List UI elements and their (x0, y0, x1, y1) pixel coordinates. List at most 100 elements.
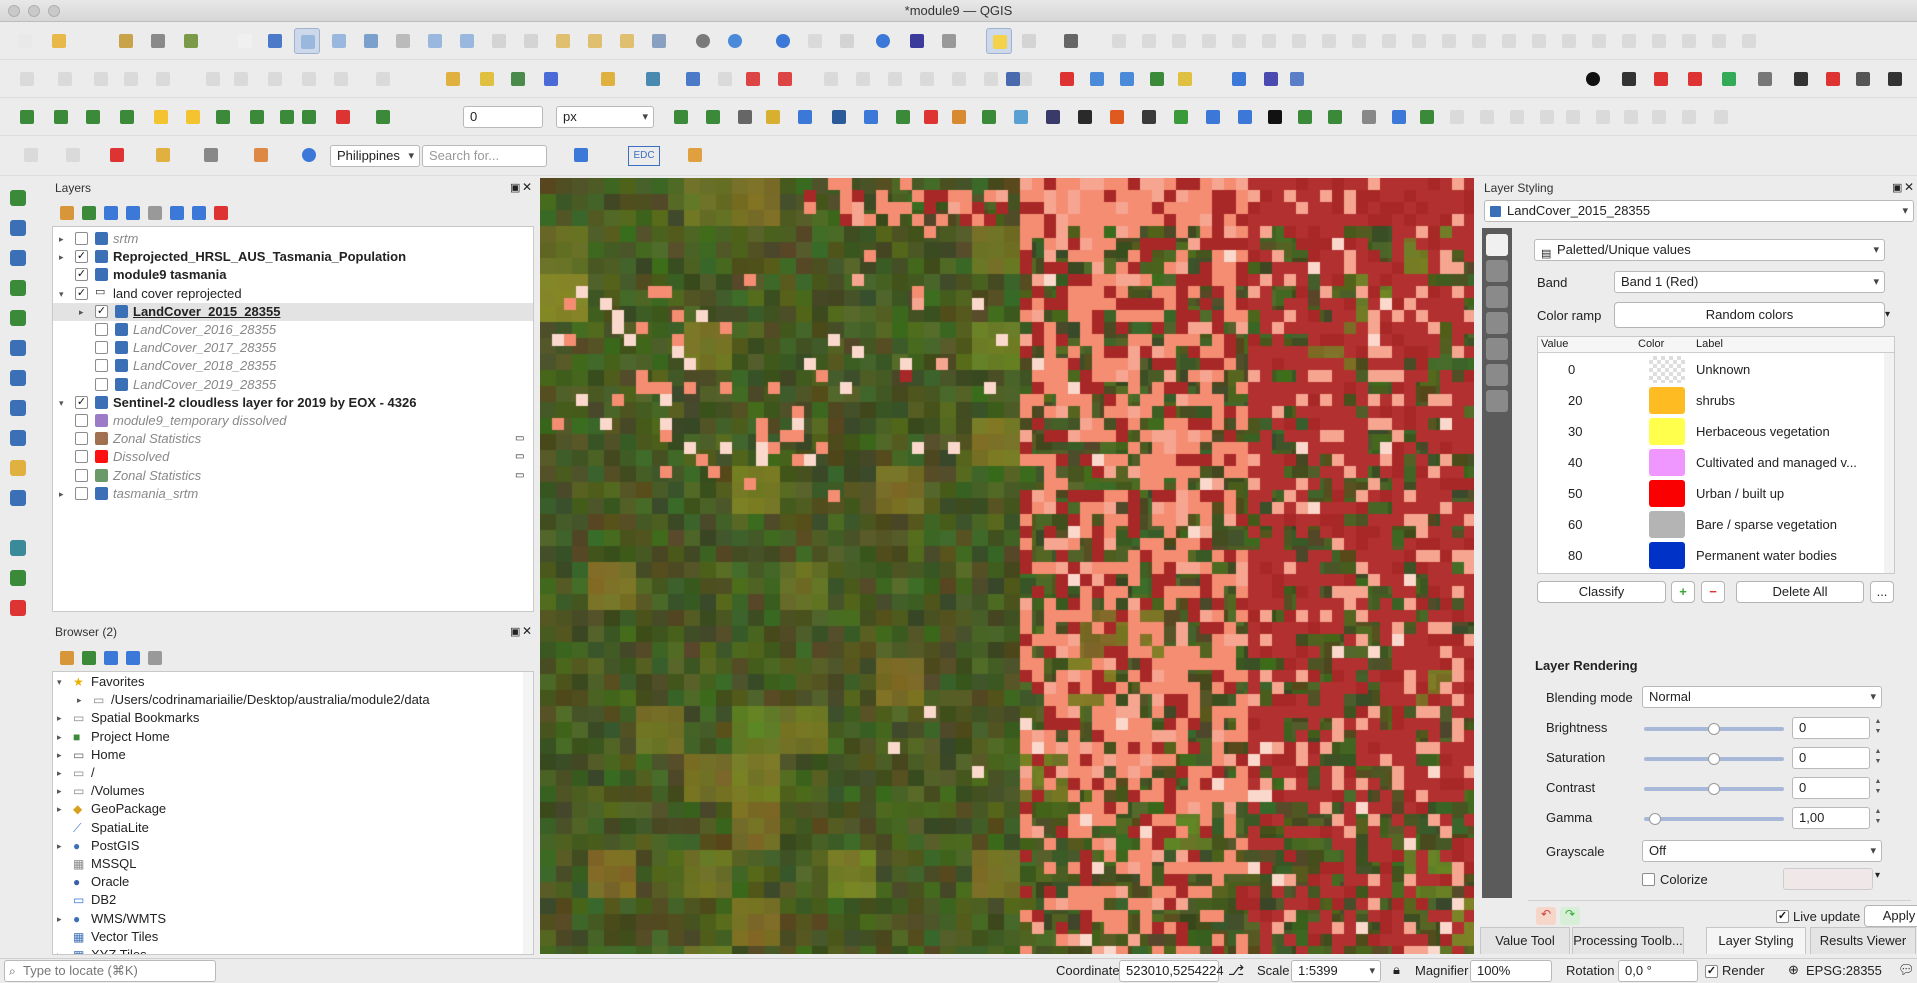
browser-item[interactable]: ⟋ SpatiaLite (53, 819, 523, 837)
remove-layer-icon[interactable] (208, 200, 228, 220)
add-point-icon[interactable] (4, 594, 32, 622)
layer-visibility-checkbox[interactable] (95, 359, 108, 373)
edit-tool-29-icon[interactable] (1000, 66, 1026, 92)
settings-icon[interactable] (870, 28, 896, 54)
plugin-v-icon[interactable] (1736, 28, 1762, 54)
magnifier-field[interactable]: 100% (1470, 960, 1552, 982)
geocoder-search-icon[interactable] (296, 142, 322, 168)
layer-row[interactable]: LandCover_2019_28355 (53, 376, 533, 394)
class-color-swatch[interactable] (1649, 542, 1685, 569)
select-features-icon[interactable] (834, 28, 860, 54)
class-row[interactable]: 80 Permanent water bodies (1538, 540, 1884, 571)
edit-tool-12-icon[interactable] (440, 66, 466, 92)
data-tool-8-icon[interactable] (244, 104, 270, 130)
processing-plugin-9-icon[interactable] (918, 104, 944, 130)
class-color-swatch[interactable] (1649, 418, 1685, 445)
browser-item[interactable]: ▸ ▭ / (53, 764, 523, 782)
edit-tool-30-icon[interactable] (1054, 66, 1080, 92)
messages-icon[interactable]: 💬︎ (1898, 962, 1915, 978)
layer-visibility-checkbox[interactable]: ✓ (95, 304, 108, 318)
properties-icon[interactable] (142, 645, 162, 665)
plugin-q-icon[interactable] (1586, 28, 1612, 54)
zoom-native-icon[interactable] (454, 28, 480, 54)
close-window-icon[interactable] (8, 5, 20, 17)
edit-tool-9-icon[interactable] (296, 66, 322, 92)
rotation-input[interactable]: 0 (463, 106, 543, 128)
save-project-icon[interactable] (113, 28, 139, 54)
show-bookmarks-icon[interactable] (646, 28, 672, 54)
coordinate-toggle-icon[interactable]: ⎇ (1228, 962, 1244, 979)
spin-arrows-icon[interactable]: ▲ ▼ (1872, 807, 1884, 829)
add-raster-layer-icon[interactable] (4, 214, 32, 242)
layer-visibility-checkbox[interactable] (75, 432, 88, 446)
browser-item[interactable]: ▸ ▦ XYZ Tiles (53, 946, 523, 954)
more-options-button[interactable]: ... (1870, 581, 1894, 603)
layer-row[interactable]: Zonal Statistics ▭ (53, 430, 533, 448)
filter-legend-icon[interactable] (120, 200, 140, 220)
refresh-sources-icon[interactable] (4, 564, 32, 592)
deselect-icon[interactable] (60, 142, 86, 168)
edit-tool-10-icon[interactable] (328, 66, 354, 92)
slider-handle[interactable] (1708, 783, 1720, 795)
expand-arrow-icon[interactable]: ▸ (79, 303, 84, 321)
expand-arrow-icon[interactable]: ▾ (59, 394, 64, 412)
classify-button[interactable]: Classify (1537, 581, 1666, 603)
open-styling-icon[interactable] (54, 200, 74, 220)
class-color-swatch[interactable] (1649, 511, 1685, 538)
data-tool-5-icon[interactable] (148, 104, 174, 130)
zoom-full-icon[interactable] (358, 28, 384, 54)
processing-plugin-32-icon[interactable] (1618, 104, 1644, 130)
refresh-browser-icon[interactable] (76, 645, 96, 665)
processing-plugin-14-icon[interactable] (1072, 104, 1098, 130)
layer-visibility-checkbox[interactable] (95, 323, 108, 336)
edit-tool-4-icon[interactable] (118, 66, 144, 92)
plugin-i-icon[interactable] (1346, 28, 1372, 54)
processing-plugin-1-icon[interactable] (668, 104, 694, 130)
edit-tool-20-icon[interactable] (740, 66, 766, 92)
edit-tool-19-icon[interactable] (712, 66, 738, 92)
processing-plugin-28-icon[interactable] (1504, 104, 1530, 130)
bookmark-icon[interactable] (614, 28, 640, 54)
browser-item[interactable]: ▦ MSSQL (53, 855, 523, 873)
grayscale-select[interactable]: Off (1642, 840, 1882, 862)
processing-plugin-35-icon[interactable] (1708, 104, 1734, 130)
processing-plugin-21-icon[interactable] (1292, 104, 1318, 130)
add-class-icon[interactable]: + (1671, 581, 1695, 603)
measure-icon[interactable] (936, 28, 962, 54)
edit-tool-23-icon[interactable] (850, 66, 876, 92)
processing-plugin-7-icon[interactable] (858, 104, 884, 130)
add-gpx-icon[interactable] (4, 304, 32, 332)
map-tips-icon[interactable] (986, 28, 1012, 54)
tab-transparency-icon[interactable] (1486, 286, 1508, 308)
tab-processing-toolbox[interactable]: Processing Toolb... (1572, 927, 1684, 954)
data-tool-1-icon[interactable] (14, 104, 40, 130)
edit-tool-8-icon[interactable] (262, 66, 288, 92)
python-plugin-icon[interactable] (198, 142, 224, 168)
zoom-window-icon[interactable] (48, 5, 60, 17)
browser-item[interactable]: ▸ ▭ /Volumes (53, 782, 523, 800)
gamma-slider[interactable] (1644, 813, 1784, 825)
add-delimited-text-icon[interactable] (4, 274, 32, 302)
digitize-tool-5-icon[interactable] (1716, 66, 1742, 92)
processing-plugin-15-icon[interactable] (1104, 104, 1130, 130)
plugin-b-icon[interactable] (1136, 28, 1162, 54)
edit-tool-3-icon[interactable] (88, 66, 114, 92)
edc-button[interactable]: EDC (628, 146, 660, 166)
annotation-icon[interactable] (1016, 28, 1042, 54)
plugin-e-icon[interactable] (1226, 28, 1252, 54)
processing-plugin-12-icon[interactable] (1008, 104, 1034, 130)
georeferencer-icon[interactable] (4, 534, 32, 562)
plugin-u-icon[interactable] (1706, 28, 1732, 54)
add-selected-layers-icon[interactable] (54, 645, 74, 665)
processing-plugin-23-icon[interactable] (1356, 104, 1382, 130)
edit-tool-25-icon[interactable] (914, 66, 940, 92)
text-annotation-icon[interactable] (1058, 28, 1084, 54)
new-3d-view-icon[interactable] (582, 28, 608, 54)
processing-plugin-6-icon[interactable] (826, 104, 852, 130)
processing-plugin-19-icon[interactable] (1232, 104, 1258, 130)
processing-plugin-3-icon[interactable] (732, 104, 758, 130)
processing-plugin-11-icon[interactable] (976, 104, 1002, 130)
profile-tool-icon[interactable] (568, 142, 594, 168)
saturation-spinbox[interactable]: 0 (1792, 747, 1870, 769)
expand-arrow-icon[interactable]: ▸ (59, 230, 64, 248)
